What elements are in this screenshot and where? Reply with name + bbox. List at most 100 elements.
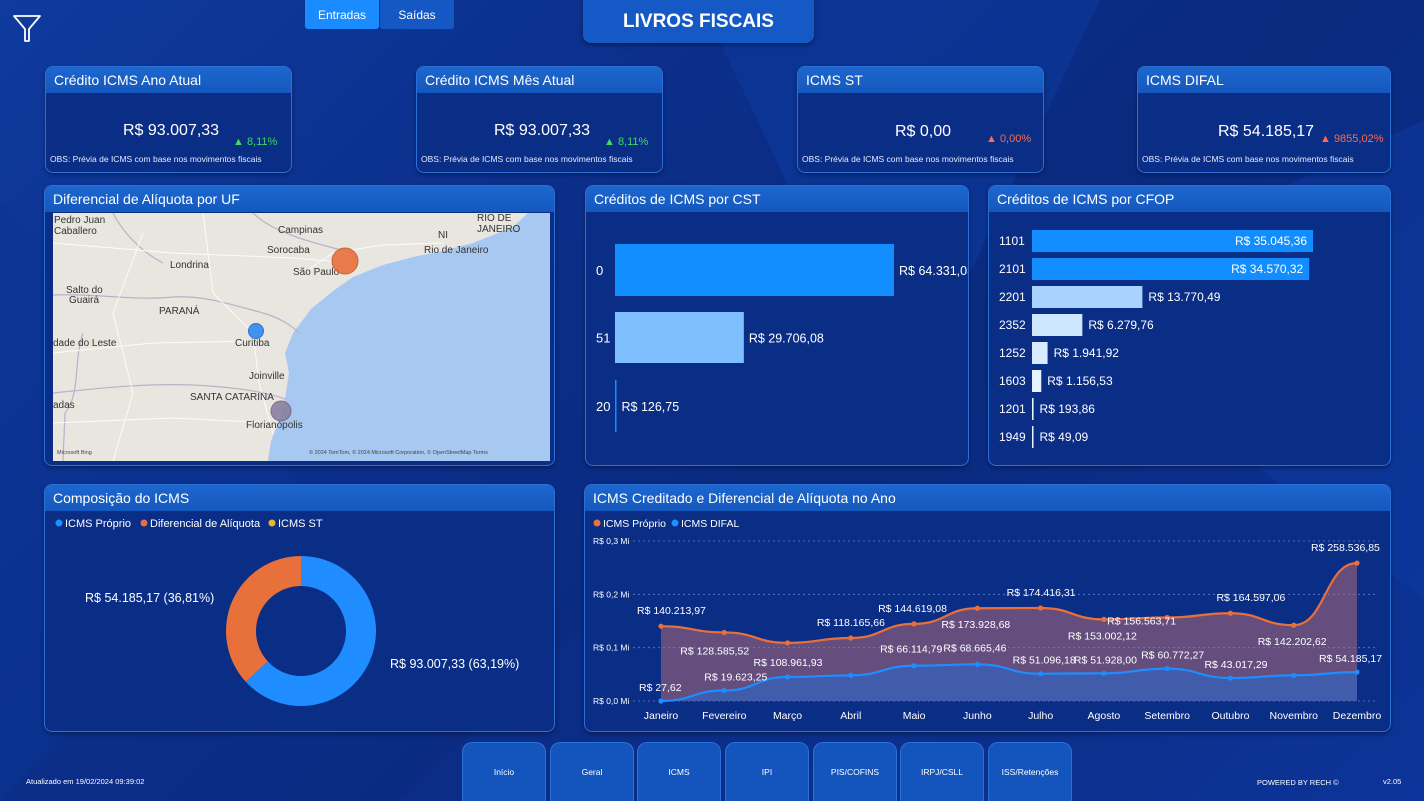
map-label: Pedro Juan (54, 215, 105, 226)
page-title-text: LIVROS FISCAIS (623, 10, 774, 32)
map-bubble-sc[interactable] (270, 400, 292, 422)
cfop-category-label: 1603 (999, 374, 1026, 388)
data-label-icms-proprio: R$ 140.213,97 (637, 605, 706, 617)
legend-label: ICMS Próprio (65, 518, 131, 530)
data-label-icms-difal: R$ 43.017,29 (1204, 659, 1267, 671)
kpi-delta: ▲ 9855,02% (1320, 133, 1384, 145)
cfop-bar[interactable] (1032, 398, 1034, 420)
line-point[interactable] (1291, 622, 1297, 628)
nav-pis-cofins[interactable]: PIS/COFINS (813, 742, 897, 801)
line-point[interactable] (721, 687, 727, 694)
legend-label: ICMS DIFAL (681, 518, 740, 530)
map-bubble-sp[interactable] (331, 247, 359, 275)
data-label-icms-difal: R$ 66.114,79 (880, 644, 942, 656)
nav-icms[interactable]: ICMS (637, 742, 721, 801)
nav-iss-retencoes[interactable]: ISS/Retenções (988, 742, 1072, 801)
line-point[interactable] (1227, 675, 1234, 681)
x-tick-label: Setembro (1144, 710, 1190, 722)
map-label: Rio de Janeiro (424, 245, 489, 256)
cst-bar[interactable] (615, 380, 617, 432)
line-point[interactable] (1164, 665, 1170, 672)
map-label: Joinville (249, 371, 285, 382)
line-point[interactable] (974, 661, 980, 667)
data-label-icms-difal: R$ 54.185,17 (1319, 653, 1382, 665)
cfop-category-label: 1252 (999, 346, 1026, 360)
cfop-title: Créditos de ICMS por CFOP (989, 186, 1390, 212)
cfop-bar[interactable] (1032, 314, 1083, 336)
line-point[interactable] (1291, 672, 1297, 678)
kpi-obs: OBS: Prévia de ICMS com base nos movimen… (802, 154, 1014, 164)
tab-entradas[interactable]: Entradas (305, 0, 379, 29)
line-point[interactable] (911, 621, 917, 627)
yearly-title: ICMS Creditado e Diferencial de Alíquota… (585, 485, 1390, 511)
line-point[interactable] (721, 629, 727, 636)
funnel-icon[interactable] (12, 14, 42, 44)
x-tick-label: Junho (963, 710, 992, 722)
x-tick-label: Janeiro (644, 710, 679, 722)
x-tick-label: Outubro (1211, 710, 1249, 722)
cfop-bar[interactable] (1032, 342, 1048, 364)
x-tick-label: Dezembro (1333, 710, 1382, 722)
line-point[interactable] (1038, 671, 1044, 677)
map-view[interactable]: Pedro Juan Caballero Campinas RIO DE JAN… (53, 213, 550, 461)
page-title: LIVROS FISCAIS (583, 0, 814, 43)
version-label: v2.05 (1383, 777, 1402, 786)
y-tick-label: R$ 0,1 Mi (593, 643, 629, 653)
nav-irpj-csll[interactable]: IRPJ/CSLL (900, 742, 984, 801)
line-point[interactable] (1038, 605, 1044, 611)
donut-data-label: R$ 93.007,33 (63,19%) (390, 657, 519, 671)
cfop-category-label: 2101 (999, 262, 1026, 276)
cfop-data-label: R$ 34.570,32 (1231, 262, 1303, 276)
line-point[interactable] (974, 605, 980, 611)
data-label-icms-proprio: R$ 173.928,68 (941, 619, 1010, 631)
cst-data-label: R$ 64.331,03 (899, 264, 969, 278)
line-point[interactable] (848, 672, 854, 678)
kpi-card-icms-difal: ICMS DIFAL R$ 54.185,17 ▲ 9855,02% OBS: … (1137, 66, 1391, 173)
kpi-title: Crédito ICMS Ano Atual (46, 67, 291, 93)
legend-label: ICMS ST (278, 518, 323, 530)
line-point[interactable] (1227, 610, 1234, 616)
line-point[interactable] (911, 663, 917, 669)
map-bubble-pr[interactable] (248, 323, 264, 339)
powered-by: POWERED BY RECH © (1257, 778, 1339, 787)
data-label-icms-difal: R$ 27,62 (639, 682, 682, 694)
nav-inicio[interactable]: Início (462, 742, 546, 801)
line-point[interactable] (848, 635, 854, 641)
map-label: Londrina (170, 260, 209, 271)
data-label-icms-proprio: R$ 164.597,06 (1216, 592, 1285, 604)
cfop-bar[interactable] (1032, 286, 1143, 308)
yearly-card: ICMS Creditado e Diferencial de Alíquota… (584, 484, 1391, 732)
line-point[interactable] (1354, 669, 1360, 675)
data-label-icms-proprio: R$ 153.002,12 (1068, 630, 1137, 642)
map-label: Campinas (278, 225, 323, 236)
yearly-area-chart: ICMS Próprio ICMS DIFAL R$ 0,0 Mi R$ 0,1 Mi… (593, 518, 1382, 722)
cfop-category-label: 1949 (999, 430, 1026, 444)
cfop-category-label: 2201 (999, 290, 1026, 304)
donut-slice[interactable] (226, 556, 301, 682)
map-label: dade do Leste (53, 338, 117, 349)
line-point[interactable] (658, 698, 664, 704)
cst-bar[interactable] (615, 244, 894, 296)
data-label-icms-proprio: R$ 128.585,52 (680, 645, 749, 657)
line-point[interactable] (658, 623, 664, 629)
nav-ipi[interactable]: IPI (725, 742, 809, 801)
data-label-icms-difal: R$ 51.096,18 (1013, 655, 1076, 667)
cst-category-label: 51 (596, 331, 610, 346)
kpi-obs: OBS: Prévia de ICMS com base nos movimen… (421, 154, 633, 164)
cst-data-label: R$ 29.706,08 (749, 332, 824, 346)
nav-geral[interactable]: Geral (550, 742, 634, 801)
line-point[interactable] (1101, 670, 1107, 676)
data-label-icms-proprio: R$ 118.165,66 (817, 617, 885, 629)
cfop-bar[interactable] (1032, 370, 1042, 392)
line-point[interactable] (1354, 560, 1360, 566)
cst-bar[interactable] (615, 312, 744, 363)
cfop-card: Créditos de ICMS por CFOP 1101 R$ 35.045,… (988, 185, 1391, 466)
kpi-obs: OBS: Prévia de ICMS com base nos movimen… (1142, 154, 1354, 164)
line-point[interactable] (784, 640, 791, 646)
line-point[interactable] (784, 674, 791, 680)
line-point[interactable] (1101, 616, 1107, 622)
donut-data-label: R$ 54.185,17 (36,81%) (85, 591, 214, 605)
kpi-card-credito-mes: Crédito ICMS Mês Atual R$ 93.007,33 ▲ 8,… (416, 66, 663, 173)
tab-saidas[interactable]: Saídas (380, 0, 454, 29)
cfop-bar[interactable] (1032, 426, 1034, 448)
